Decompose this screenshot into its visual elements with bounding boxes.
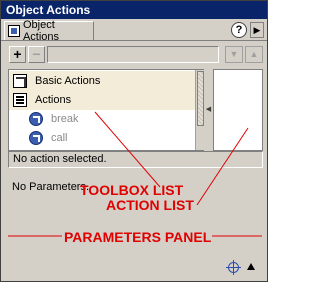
help-button[interactable]: ? bbox=[231, 22, 247, 38]
toolbox-item-call[interactable]: call bbox=[9, 128, 195, 148]
action-selector-field[interactable] bbox=[47, 46, 219, 63]
tab-bar: Object Actions ? ▶ bbox=[1, 19, 267, 43]
panel-splitter[interactable]: ◀ bbox=[205, 69, 212, 151]
action-list[interactable] bbox=[213, 69, 263, 151]
tab-label: Object Actions bbox=[22, 19, 60, 43]
toolbox-item-label: break bbox=[51, 113, 79, 125]
parameters-text: No Parameters. bbox=[12, 181, 90, 193]
collapse-arrow-icon[interactable] bbox=[247, 263, 255, 270]
action-icon bbox=[29, 112, 43, 126]
panel-menu-button[interactable]: ▶ bbox=[250, 22, 264, 38]
window-title: Object Actions bbox=[1, 1, 267, 19]
remove-action-button[interactable]: − bbox=[28, 46, 45, 63]
move-down-button[interactable]: ▼ bbox=[225, 46, 243, 63]
book-icon bbox=[13, 74, 27, 88]
target-icon[interactable] bbox=[226, 260, 241, 275]
action-list-annotation: ACTION LIST bbox=[106, 197, 194, 213]
action-status: No action selected. bbox=[8, 151, 263, 168]
object-actions-icon bbox=[8, 25, 20, 37]
toolbox-scrollbar[interactable] bbox=[195, 70, 204, 150]
scrollbar-thumb[interactable] bbox=[197, 71, 204, 126]
toolbox-list[interactable]: Basic Actions Actions break call bbox=[8, 69, 204, 151]
move-up-button[interactable]: ▲ bbox=[245, 46, 263, 63]
parameters-panel-annotation: PARAMETERS PANEL bbox=[64, 229, 212, 245]
add-action-button[interactable]: + bbox=[9, 46, 26, 63]
toolbox-item-break[interactable]: break bbox=[9, 109, 195, 129]
toolbox-item-label: Actions bbox=[35, 94, 72, 106]
actions-toolbar: + − ▼ ▲ bbox=[1, 42, 267, 66]
toolbox-item-basic-actions[interactable]: Basic Actions bbox=[9, 71, 195, 91]
pages-icon bbox=[13, 93, 27, 107]
toolbox-item-label: call bbox=[51, 132, 68, 144]
action-icon bbox=[29, 131, 43, 145]
toolbox-list-annotation: TOOLBOX LIST bbox=[80, 182, 184, 198]
tab-object-actions[interactable]: Object Actions bbox=[4, 19, 94, 43]
toolbox-item-label: Basic Actions bbox=[35, 75, 101, 87]
toolbox-item-actions[interactable]: Actions bbox=[9, 90, 195, 110]
